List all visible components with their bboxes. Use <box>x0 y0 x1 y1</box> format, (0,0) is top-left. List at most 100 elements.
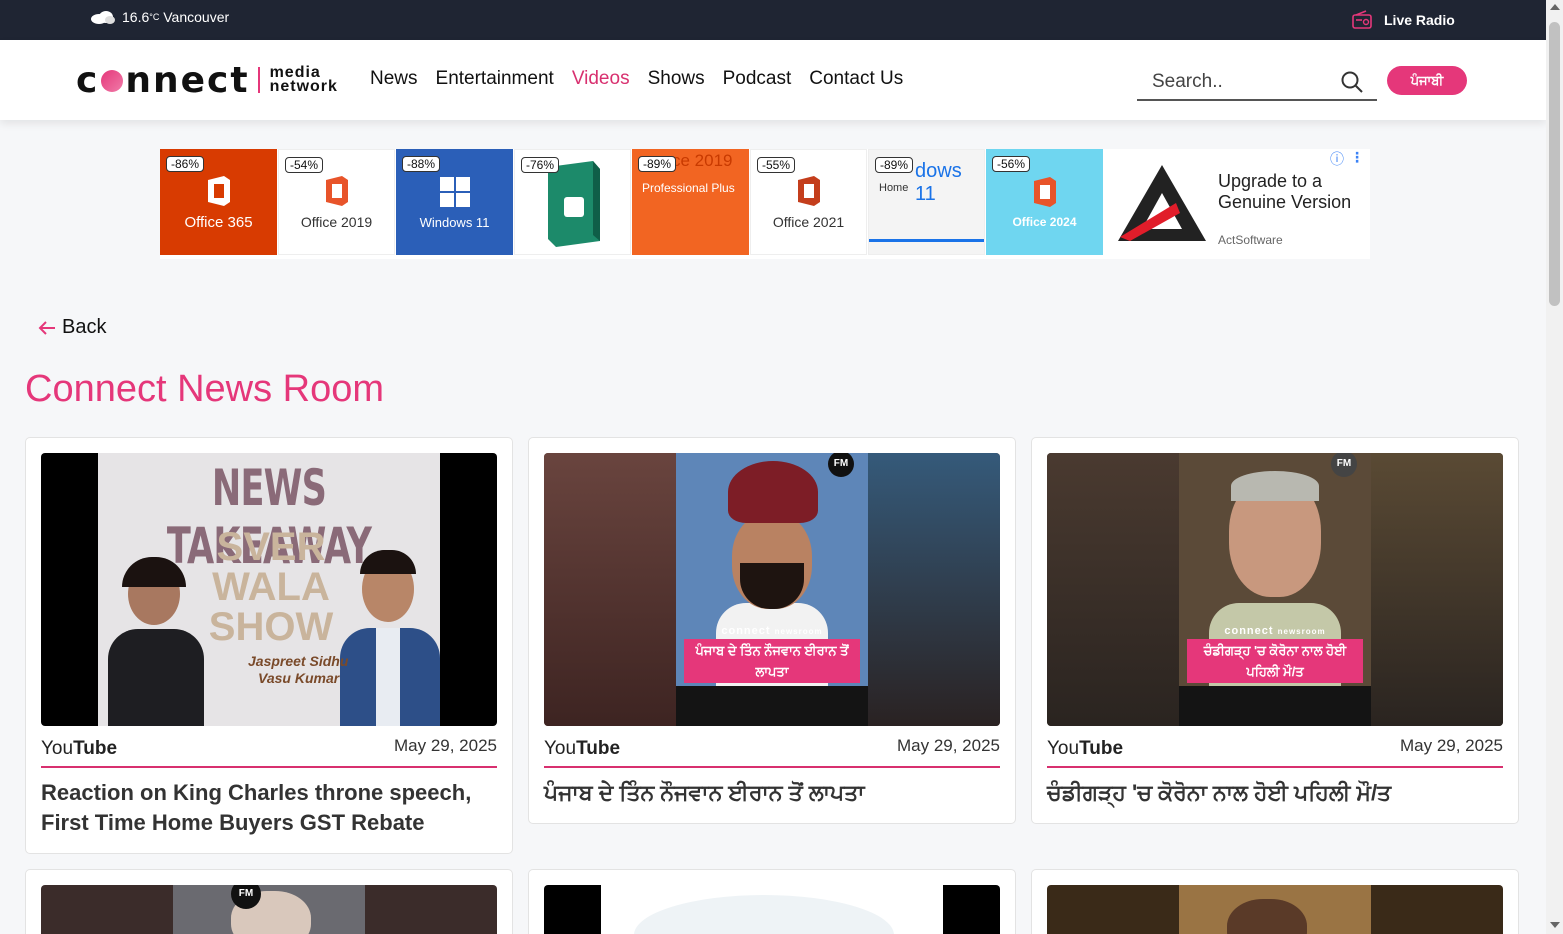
nav-contact-us[interactable]: Contact Us <box>809 68 903 90</box>
search-box <box>1137 64 1377 101</box>
office-logo-icon <box>325 176 348 206</box>
card-meta: YouTube May 29, 2025 <box>1047 736 1503 768</box>
thumbnail-frame: FM connect newsroom ਪੰਜਾਬ ਦੇ ਤਿੰਨ ਨੌਜਵਾਨ… <box>676 453 868 726</box>
card-title[interactable]: ਚੰਡੀਗੜ੍ਹ 'ਚ ਕੋਰੋਨਾ ਨਾਲ ਹੋਈ ਪਹਿਲੀ ਮੌ/ਤ <box>1047 778 1487 808</box>
video-thumbnail[interactable]: FM <box>41 885 497 934</box>
scrollbar-thumb[interactable] <box>1549 22 1560 306</box>
search-icon[interactable] <box>1341 71 1363 93</box>
publish-date: May 29, 2025 <box>1399 736 1503 755</box>
thumbnail-show-name: SVER WALA SHOW <box>208 525 334 649</box>
scroll-down-icon[interactable] <box>1550 922 1560 928</box>
nav-shows[interactable]: Shows <box>648 68 705 90</box>
weather-widget: 16.6 °C Vancouver <box>90 9 229 25</box>
tag-headline: ਪੰਜਾਬ ਦੇ ਤਿੰਨ ਨੌਜਵਾਨ ਈਰਾਨ ਤੋਂ ਲਾਪਤਾ <box>684 639 860 683</box>
ad-tile-windows11-home[interactable]: -89% dows 11 Home <box>868 149 985 255</box>
source-tube: Tube <box>1079 738 1124 759</box>
discount-badge: -89% <box>875 157 914 173</box>
nav-news[interactable]: News <box>370 68 418 90</box>
search-input[interactable] <box>1137 70 1327 93</box>
scroll-up-icon[interactable] <box>1550 4 1560 10</box>
source-you: You <box>1047 738 1080 759</box>
video-card[interactable]: FM connect newsroom ਚੰਡੀਗੜ੍ਹ 'ਚ ਕੋਰੋਨਾ ਨ… <box>1031 437 1519 824</box>
card-meta: YouTube May 29, 2025 <box>41 736 497 768</box>
video-thumbnail[interactable]: FM connect newsroom ਚੰਡੀਗੜ੍ਹ 'ਚ ਕੋਰੋਨਾ ਨ… <box>1047 453 1503 726</box>
discount-badge: -89% <box>638 156 677 172</box>
discount-badge: -86% <box>166 156 205 172</box>
ad-tile-office2019-pro[interactable]: -89% ce 2019 Professional Plus <box>632 149 749 255</box>
ad-tile-office2024[interactable]: -56% Office 2024 <box>986 149 1103 255</box>
ad-tile-kaspersky[interactable]: -76% <box>514 149 631 255</box>
discount-badge: -76% <box>521 157 560 173</box>
temperature-value: 16.6 <box>122 9 150 25</box>
video-card[interactable]: FM connect newsroom ਪੰਜਾਬ ਦੇ ਤਿੰਨ ਨੌਜਵਾਨ… <box>528 437 1016 824</box>
back-label: Back <box>62 316 107 338</box>
ad-product-edition: Home <box>879 182 909 194</box>
ad-product-name: ce 2019 <box>672 151 733 170</box>
logo-dot-icon <box>101 69 124 92</box>
ad-menu-icon[interactable]: ⋮ <box>1350 149 1364 166</box>
thumbnail-blur-left <box>1047 453 1179 726</box>
main-nav: News Entertainment Videos Shows Podcast … <box>370 68 921 90</box>
ad-tile-office365[interactable]: -86% Office 365 <box>160 149 277 255</box>
video-card[interactable] <box>528 869 1016 934</box>
video-card[interactable] <box>1031 869 1519 934</box>
ad-product-name: Office 2021 <box>772 214 845 230</box>
video-thumbnail[interactable] <box>544 885 1000 934</box>
thumbnail-tag: connect newsroom ਚੰਡੀਗੜ੍ਹ 'ਚ ਕੋਰੋਨਾ ਨਾਲ … <box>1187 625 1363 687</box>
office-logo-icon <box>797 176 820 206</box>
presenter-name-2: Vasu Kumar <box>258 670 340 686</box>
source-tube: Tube <box>73 738 118 759</box>
temperature-unit: °C <box>149 12 160 22</box>
thumbnail-frame: NEWS TAKEAWAY SVER WALA SHOW Jaspreet Si… <box>98 453 440 726</box>
cfm-logo-icon: FM <box>1331 453 1357 477</box>
nav-podcast[interactable]: Podcast <box>723 68 792 90</box>
page-scrollbar[interactable] <box>1546 0 1563 934</box>
ad-text-panel[interactable]: Upgrade to a Genuine Version ActSoftware… <box>1104 149 1370 259</box>
ad-product-name: Office 2019 <box>300 214 373 230</box>
tag-logo-sub: newsroom <box>1277 627 1326 636</box>
source-you: You <box>544 738 577 759</box>
top-bar: 16.6 °C Vancouver Live Radio <box>0 0 1546 40</box>
ad-product-edition: Professional Plus <box>642 181 735 195</box>
card-title[interactable]: ਪੰਜਾਬ ਦੇ ਤਿੰਨ ਨੌਜਵਾਨ ਈਰਾਨ ਤੋਂ ਲਾਪਤਾ <box>544 778 984 808</box>
source-label: YouTube <box>41 738 117 760</box>
cfm-logo-icon: FM <box>828 453 854 477</box>
ad-product-name: Windows 11 <box>419 214 490 230</box>
site-header: c nnect media network News Entertainment … <box>0 40 1546 120</box>
presenter-right <box>338 548 440 726</box>
video-card[interactable]: NEWS TAKEAWAY SVER WALA SHOW Jaspreet Si… <box>25 437 513 854</box>
logo-wordmark: c nnect <box>76 60 250 101</box>
site-logo[interactable]: c nnect media network <box>76 60 338 101</box>
source-label: YouTube <box>1047 738 1123 760</box>
nav-entertainment[interactable]: Entertainment <box>436 68 554 90</box>
video-thumbnail[interactable]: NEWS TAKEAWAY SVER WALA SHOW Jaspreet Si… <box>41 453 497 726</box>
tag-logo: connect newsroom <box>1187 625 1363 637</box>
nav-videos[interactable]: Videos <box>572 68 630 90</box>
live-radio-link[interactable]: Live Radio <box>1352 10 1455 30</box>
source-label: YouTube <box>544 738 620 760</box>
tag-logo: connect newsroom <box>684 625 860 637</box>
logo-sub-network: network <box>269 78 338 95</box>
ad-headline: Upgrade to a Genuine Version <box>1218 171 1352 212</box>
ad-tile-stripe <box>869 239 984 242</box>
back-link[interactable]: Back <box>38 316 106 339</box>
ad-tile-office2021[interactable]: -55% Office 2021 <box>750 149 867 255</box>
video-thumbnail[interactable]: FM connect newsroom ਪੰਜਾਬ ਦੇ ਤਿੰਨ ਨੌਜਵਾਨ… <box>544 453 1000 726</box>
ad-info-icon[interactable]: ⓘ <box>1330 149 1344 169</box>
ad-product-name: Office 2024 <box>1012 215 1077 229</box>
page-title: Connect News Room <box>25 368 385 410</box>
ad-banner[interactable]: -86% Office 365 -54% Office 2019 -88% Wi… <box>160 149 1370 259</box>
discount-badge: -88% <box>402 156 441 172</box>
video-thumbnail[interactable] <box>1047 885 1503 934</box>
language-toggle-button[interactable]: ਪੰਜਾਬੀ <box>1387 66 1467 95</box>
source-tube: Tube <box>576 738 621 759</box>
office-logo-icon <box>1033 177 1056 207</box>
ad-tile-office2019[interactable]: -54% Office 2019 <box>278 149 395 255</box>
card-title[interactable]: Reaction on King Charles throne speech, … <box>41 778 481 838</box>
card-meta: YouTube May 29, 2025 <box>544 736 1000 768</box>
tag-logo-main: connect <box>1224 625 1274 637</box>
ad-tile-windows11[interactable]: -88% Windows 11 <box>396 149 513 255</box>
thumbnail-blur-right <box>868 453 1000 726</box>
publish-date: May 29, 2025 <box>393 736 497 755</box>
video-card[interactable]: FM <box>25 869 513 934</box>
